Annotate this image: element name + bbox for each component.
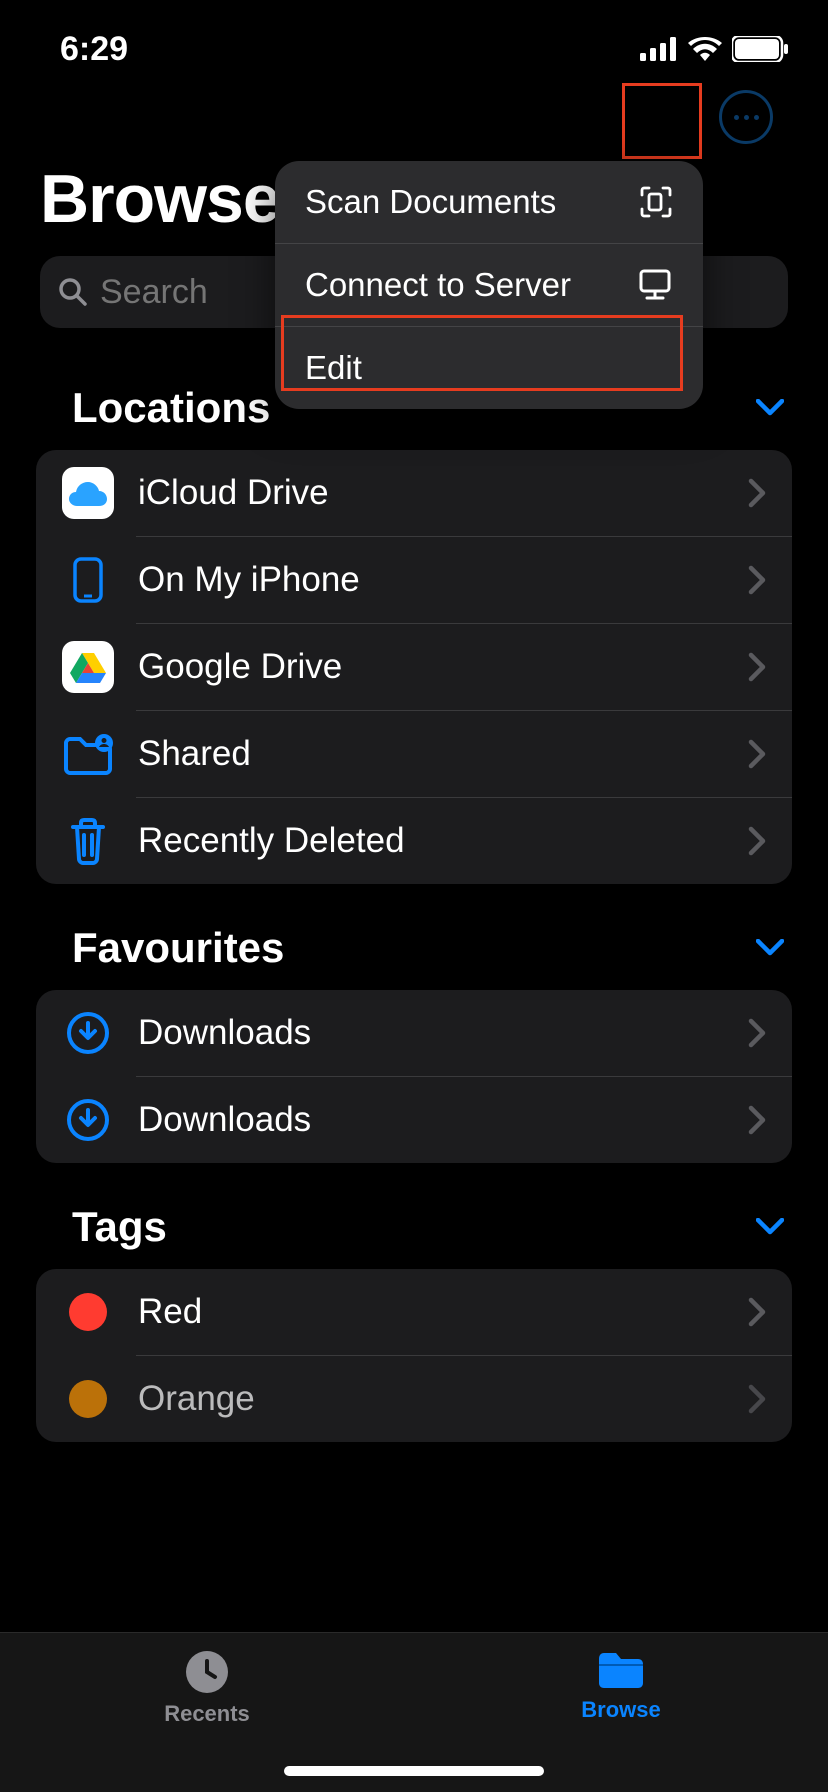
chevron-right-icon <box>748 826 766 856</box>
location-icloud-drive[interactable]: iCloud Drive <box>36 450 792 536</box>
location-recently-deleted[interactable]: Recently Deleted <box>36 798 792 884</box>
menu-label: Edit <box>305 349 362 387</box>
section-header-favourites[interactable]: Favourites <box>0 884 828 990</box>
more-button[interactable] <box>719 90 773 144</box>
chevron-right-icon <box>748 565 766 595</box>
row-label: Shared <box>138 734 748 774</box>
tag-color-dot <box>69 1293 107 1331</box>
chevron-right-icon <box>748 1384 766 1414</box>
status-time: 6:29 <box>60 30 128 69</box>
chevron-right-icon <box>748 739 766 769</box>
tags-list: Red Orange <box>36 1269 792 1442</box>
chevron-down-icon <box>756 939 784 957</box>
status-icons <box>640 36 788 62</box>
location-on-my-iphone[interactable]: On My iPhone <box>36 537 792 623</box>
tab-label: Browse <box>581 1697 660 1723</box>
chevron-down-icon <box>756 399 784 417</box>
tag-color-dot <box>69 1380 107 1418</box>
status-bar: 6:29 <box>0 0 828 80</box>
header-row <box>0 80 828 170</box>
row-label: Google Drive <box>138 647 748 687</box>
cellular-signal-icon <box>640 37 678 61</box>
row-label: Red <box>138 1292 748 1332</box>
icloud-icon <box>62 467 114 519</box>
ellipsis-icon <box>754 115 759 120</box>
trash-icon <box>62 815 114 867</box>
ellipsis-icon <box>734 115 739 120</box>
menu-label: Scan Documents <box>305 183 556 221</box>
download-icon <box>62 1007 114 1059</box>
shared-folder-icon <box>62 728 114 780</box>
chevron-down-icon <box>756 1218 784 1236</box>
menu-connect-server[interactable]: Connect to Server <box>275 244 703 326</box>
chevron-right-icon <box>748 1018 766 1048</box>
chevron-right-icon <box>748 478 766 508</box>
row-label: On My iPhone <box>138 560 748 600</box>
tag-orange[interactable]: Orange <box>36 1356 792 1442</box>
row-label: Recently Deleted <box>138 821 748 861</box>
scan-document-icon <box>639 185 673 219</box>
ellipsis-icon <box>744 115 749 120</box>
download-icon <box>62 1094 114 1146</box>
chevron-right-icon <box>748 652 766 682</box>
tag-red[interactable]: Red <box>36 1269 792 1355</box>
menu-label: Connect to Server <box>305 266 571 304</box>
menu-scan-documents[interactable]: Scan Documents <box>275 161 703 243</box>
favourite-downloads-1[interactable]: Downloads <box>36 990 792 1076</box>
section-title: Locations <box>72 384 270 432</box>
row-label: Downloads <box>138 1100 748 1140</box>
favourites-list: Downloads Downloads <box>36 990 792 1163</box>
section-title: Tags <box>72 1203 167 1251</box>
battery-icon <box>732 36 788 62</box>
location-google-drive[interactable]: Google Drive <box>36 624 792 710</box>
favourite-downloads-2[interactable]: Downloads <box>36 1077 792 1163</box>
more-context-menu: Scan Documents Connect to Server Edit <box>275 161 703 409</box>
chevron-right-icon <box>748 1105 766 1135</box>
search-icon <box>58 277 88 307</box>
locations-list: iCloud Drive On My iPhone Google Drive S… <box>36 450 792 884</box>
chevron-right-icon <box>748 1297 766 1327</box>
iphone-icon <box>62 554 114 606</box>
wifi-icon <box>688 37 722 61</box>
row-label: Orange <box>138 1379 748 1419</box>
location-shared[interactable]: Shared <box>36 711 792 797</box>
tab-label: Recents <box>164 1701 250 1727</box>
home-indicator[interactable] <box>284 1766 544 1776</box>
row-label: Downloads <box>138 1013 748 1053</box>
menu-edit[interactable]: Edit <box>275 327 703 409</box>
section-header-tags[interactable]: Tags <box>0 1163 828 1269</box>
google-drive-icon <box>62 641 114 693</box>
row-label: iCloud Drive <box>138 473 748 513</box>
server-icon <box>637 268 673 302</box>
section-title: Favourites <box>72 924 284 972</box>
folder-icon <box>595 1649 647 1691</box>
clock-icon <box>184 1649 230 1695</box>
